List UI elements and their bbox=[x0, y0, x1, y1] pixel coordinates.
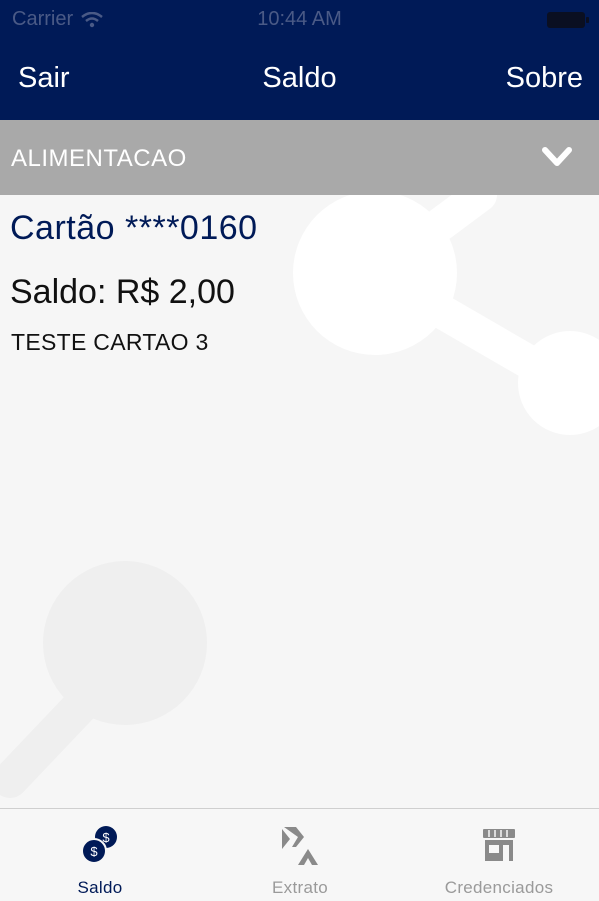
store-icon bbox=[483, 829, 515, 861]
card-type-label: ALIMENTACAO bbox=[11, 145, 187, 172]
status-time: 10:44 AM bbox=[257, 8, 342, 30]
tab-label: Saldo bbox=[77, 878, 123, 897]
arrows-icon bbox=[282, 827, 318, 865]
tab-label: Extrato bbox=[272, 878, 328, 897]
status-bar: Carrier 10:44 AM bbox=[0, 0, 599, 38]
chevron-down-icon[interactable] bbox=[541, 142, 573, 170]
battery-icon bbox=[547, 12, 589, 28]
card-type-selector[interactable]: ALIMENTACAO bbox=[0, 120, 599, 195]
tab-extrato[interactable]: Extrato bbox=[200, 809, 400, 901]
tab-bar: $ $ Saldo Extrato Credenciados bbox=[0, 808, 599, 900]
card-holder-name: TESTE CARTAO 3 bbox=[11, 329, 209, 355]
tab-saldo[interactable]: $ $ Saldo bbox=[0, 809, 200, 901]
card-balance: Saldo: R$ 2,00 bbox=[10, 273, 235, 311]
about-button[interactable]: Sobre bbox=[506, 62, 583, 95]
tab-label: Credenciados bbox=[444, 878, 554, 897]
coins-icon: $ $ bbox=[81, 826, 117, 864]
svg-text:$: $ bbox=[90, 844, 98, 859]
tab-credenciados[interactable]: Credenciados bbox=[399, 809, 599, 901]
card-number: Cartão ****0160 bbox=[10, 209, 258, 247]
navigation-bar: Sair Saldo Sobre bbox=[0, 38, 599, 120]
balance-panel: Cartão ****0160 Saldo: R$ 2,00 TESTE CAR… bbox=[0, 195, 599, 808]
